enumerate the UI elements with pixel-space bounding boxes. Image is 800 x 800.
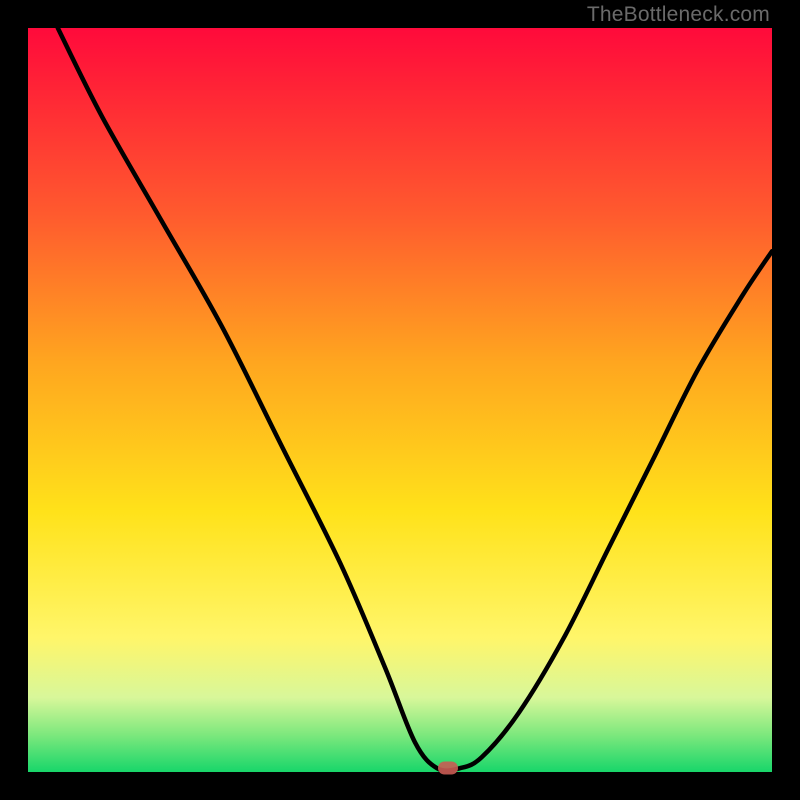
bottleneck-curve [28, 28, 772, 772]
optimum-marker [438, 762, 458, 775]
chart-frame: TheBottleneck.com [0, 0, 800, 800]
curve-path [58, 28, 772, 771]
plot-area [28, 28, 772, 772]
watermark-text: TheBottleneck.com [587, 3, 770, 27]
